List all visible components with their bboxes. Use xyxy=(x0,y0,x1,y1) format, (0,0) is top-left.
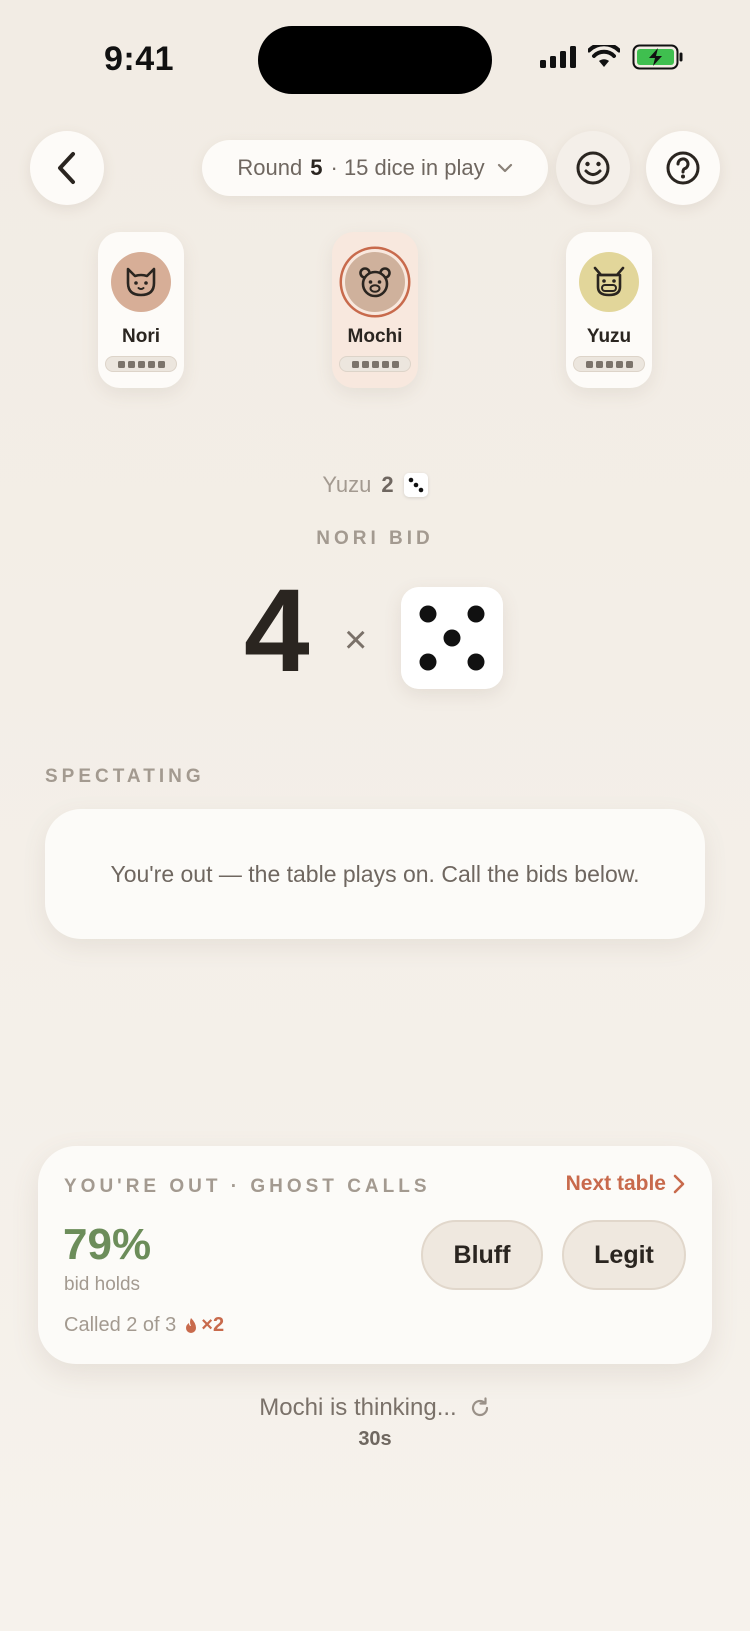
die-face-five-icon xyxy=(401,587,503,689)
ox-icon xyxy=(593,266,625,297)
streak-count: ×2 xyxy=(201,1314,225,1336)
spectating-card: You're out — the table plays on. Call th… xyxy=(45,809,705,939)
thinking-text: Mochi is thinking... xyxy=(259,1394,457,1421)
spectating-message: You're out — the table plays on. Call th… xyxy=(110,860,640,887)
bear-icon xyxy=(359,267,391,298)
die-face-three-icon xyxy=(403,473,428,497)
bid-hold-label: bid holds xyxy=(64,1274,141,1295)
turn-timer: 30s xyxy=(358,1428,392,1450)
calls-count: Called 2 of 3 xyxy=(64,1314,177,1336)
ghost-calls-title: YOU'RE OUT · GHOST CALLS xyxy=(64,1176,431,1197)
dice-count-strip xyxy=(573,356,645,372)
status-icons xyxy=(540,44,684,70)
chevron-right-icon xyxy=(673,1174,685,1194)
dynamic-island xyxy=(258,26,492,94)
cat-icon xyxy=(126,267,156,297)
signal-icon xyxy=(540,46,576,68)
help-button[interactable] xyxy=(646,131,720,205)
current-bid-label: NORI BID xyxy=(316,528,434,549)
round-number: 5 xyxy=(310,155,323,180)
player-card-yuzu[interactable]: Yuzu xyxy=(566,232,652,388)
player-name: Mochi xyxy=(347,326,403,347)
calls-progress: Called 2 of 3 ×2 xyxy=(64,1314,224,1337)
bluff-button[interactable]: Bluff xyxy=(421,1220,543,1290)
back-button[interactable] xyxy=(30,131,104,205)
wifi-icon xyxy=(588,45,620,67)
emoji-button[interactable] xyxy=(556,131,630,205)
refresh-icon xyxy=(471,1397,488,1417)
chevron-left-icon xyxy=(58,152,75,184)
chevron-down-icon xyxy=(497,163,512,173)
player-name: Nori xyxy=(122,326,160,347)
next-table-label: Next table xyxy=(565,1172,666,1195)
bid-hold-percent: 79% xyxy=(63,1220,152,1269)
previous-bid: Yuzu 2 xyxy=(0,472,750,498)
round-selector[interactable]: Round 5 · 15 dice in play xyxy=(202,140,548,196)
flame-icon xyxy=(186,1317,197,1333)
ghost-calls-card: YOU'RE OUT · GHOST CALLS Next table 79% … xyxy=(38,1146,712,1364)
player-card-mochi[interactable]: Mochi xyxy=(332,232,418,388)
times-sign: × xyxy=(344,618,368,662)
previous-bid-player: Yuzu xyxy=(322,472,372,497)
previous-bid-quantity: 2 xyxy=(381,472,394,497)
dice-count-strip xyxy=(105,356,177,372)
current-bid-quantity: 4 xyxy=(244,565,310,697)
avatar xyxy=(345,252,405,312)
turn-status: Mochi is thinking... xyxy=(0,1394,750,1422)
streak-badge: ×2 xyxy=(184,1314,224,1337)
player-card-nori[interactable]: Nori xyxy=(98,232,184,388)
smiley-icon xyxy=(576,151,610,185)
round-label: Round xyxy=(237,155,303,180)
player-name: Yuzu xyxy=(586,326,632,347)
spectating-label: SPECTATING xyxy=(45,766,205,787)
dice-count-strip xyxy=(339,356,411,372)
legit-button[interactable]: Legit xyxy=(562,1220,686,1290)
avatar xyxy=(111,252,171,312)
question-icon xyxy=(666,151,700,185)
dice-in-play: · 15 dice in play xyxy=(330,155,485,180)
avatar xyxy=(579,252,639,312)
next-table-link[interactable]: Next table xyxy=(566,1172,686,1196)
battery-icon xyxy=(632,44,683,70)
status-time: 9:41 xyxy=(104,40,175,78)
